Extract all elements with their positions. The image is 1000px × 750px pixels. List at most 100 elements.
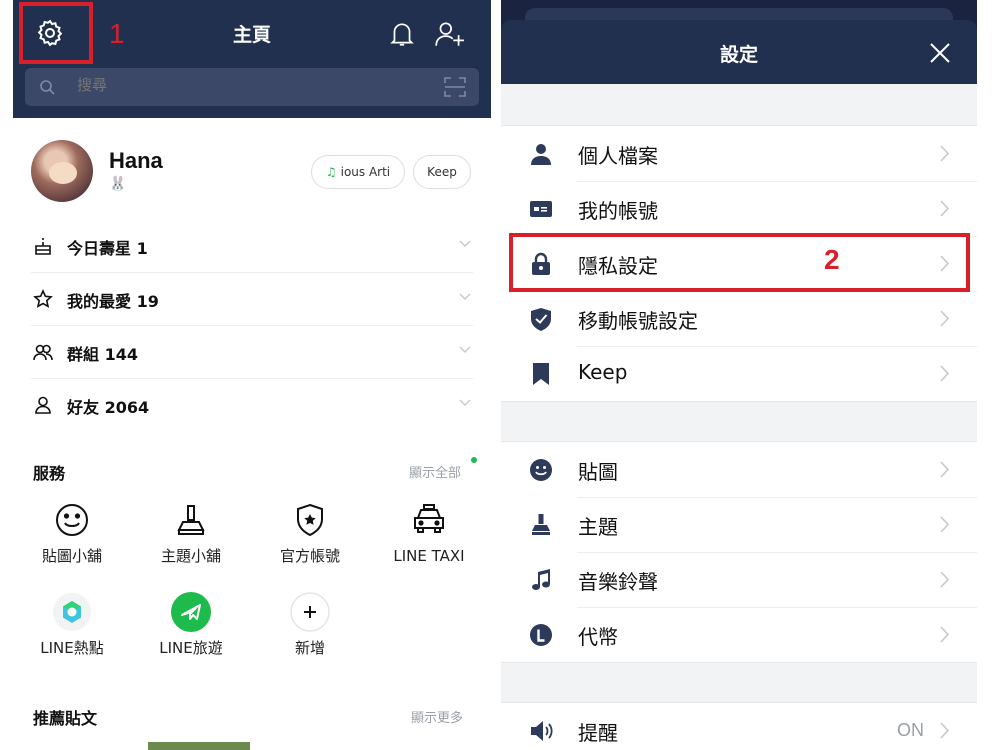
service-label: LINE TAXI — [393, 547, 465, 565]
service-label: LINE熱點 — [40, 639, 104, 657]
star-icon — [33, 289, 53, 308]
settings-item-profile[interactable]: 個人檔案 — [501, 126, 977, 181]
music-note-icon: ♫ — [325, 165, 337, 179]
brush-fill-icon — [532, 514, 550, 535]
recommended-show-more-link[interactable]: 顯示更多 — [411, 707, 463, 726]
chevron-right-icon — [940, 571, 950, 588]
settings-screen: 設定 個人檔案 我的帳號 隱私設定 移動帳號設定 Keep 貼圖 主題 音樂鈴聲… — [501, 0, 977, 750]
step-marker-2: 2 — [824, 244, 840, 275]
service-sticker-shop[interactable]: 貼圖小舖 — [22, 500, 122, 566]
chevron-down-icon — [459, 240, 471, 247]
settings-item-label: 代幣 — [578, 625, 618, 649]
settings-item-stickers[interactable]: 貼圖 — [501, 442, 977, 497]
chevron-right-icon — [940, 365, 950, 382]
profile-section[interactable]: Hana 🐰 ♫ ious Arti Keep — [13, 130, 491, 216]
profile-sticker: 🐰 — [109, 176, 127, 192]
settings-item-label: Keep — [578, 360, 628, 384]
group-icon — [33, 344, 53, 361]
chevron-right-icon — [940, 310, 950, 327]
group-label: 今日壽星 1 — [67, 239, 148, 258]
chevron-down-icon — [459, 293, 471, 300]
group-row-groups[interactable]: 群組 144 — [31, 326, 473, 379]
search-icon — [40, 80, 55, 95]
settings-item-notifications[interactable]: 提醒 ON — [501, 703, 977, 750]
coin-icon — [530, 624, 552, 646]
scan-icon[interactable] — [443, 76, 467, 98]
notifications-status: ON — [897, 720, 924, 740]
settings-item-keep[interactable]: Keep — [501, 346, 977, 401]
service-label: 貼圖小舖 — [41, 547, 102, 565]
settings-item-transfer-account[interactable]: 移動帳號設定 — [501, 291, 977, 346]
profile-keep-button[interactable]: Keep — [413, 155, 471, 189]
shield-star-icon — [297, 503, 323, 537]
service-label: 新增 — [294, 639, 325, 657]
smiley-icon — [56, 504, 88, 536]
id-card-icon — [530, 201, 552, 217]
settings-item-ringtones[interactable]: 音樂鈴聲 — [501, 552, 977, 607]
plane-icon — [171, 592, 211, 632]
speaker-icon — [531, 721, 553, 741]
recommended-posts-title: 推薦貼文 — [33, 709, 98, 728]
settings-item-coins[interactable]: 代幣 — [501, 607, 977, 662]
chevron-right-icon — [940, 722, 950, 739]
service-label: 官方帳號 — [279, 547, 340, 565]
post-thumbnail[interactable] — [148, 742, 250, 750]
add-friend-icon[interactable] — [433, 19, 465, 49]
chevron-down-icon — [459, 346, 471, 353]
group-label: 好友 2064 — [67, 398, 150, 417]
settings-item-label: 個人檔案 — [578, 144, 658, 168]
friend-icon — [35, 396, 51, 414]
settings-item-label: 移動帳號設定 — [578, 309, 698, 333]
chevron-down-icon — [459, 399, 471, 406]
group-label: 我的最愛 19 — [67, 292, 159, 311]
hotspot-icon — [53, 593, 91, 631]
settings-item-label: 主題 — [578, 515, 618, 539]
service-label: LINE旅遊 — [159, 639, 223, 657]
chevron-right-icon — [940, 200, 950, 217]
chevron-right-icon — [940, 516, 950, 533]
cake-icon — [35, 238, 51, 255]
settings-item-label: 我的帳號 — [578, 199, 658, 223]
service-line-travel[interactable]: LINE旅遊 — [141, 592, 241, 658]
settings-group-content: 貼圖 主題 音樂鈴聲 代幣 — [501, 441, 977, 663]
group-row-friends[interactable]: 好友 2064 — [31, 379, 473, 432]
home-header: 1 主頁 — [13, 0, 491, 118]
settings-item-my-account[interactable]: 我的帳號 — [501, 181, 977, 236]
settings-group-general: 提醒 ON — [501, 702, 977, 750]
highlight-box-privacy — [509, 233, 970, 292]
settings-item-label: 音樂鈴聲 — [578, 570, 658, 594]
service-theme-shop[interactable]: 主題小舖 — [141, 500, 241, 566]
service-add-button[interactable]: 新增 — [260, 592, 360, 658]
taxi-icon — [414, 504, 444, 533]
service-label: 主題小舖 — [160, 547, 221, 565]
new-badge-dot — [471, 457, 477, 463]
profile-name: Hana — [109, 148, 163, 173]
settings-item-themes[interactable]: 主題 — [501, 497, 977, 552]
settings-item-label: 貼圖 — [578, 460, 618, 484]
services-title: 服務 — [33, 464, 66, 483]
chevron-right-icon — [940, 145, 950, 162]
search-input[interactable] — [77, 77, 276, 94]
group-row-favorites[interactable]: 我的最愛 19 — [31, 273, 473, 326]
friend-group-list: 今日壽星 1 我的最愛 19 群組 144 好友 2064 — [13, 220, 491, 432]
settings-title: 設定 — [719, 44, 758, 66]
group-row-birthdays[interactable]: 今日壽星 1 — [31, 220, 473, 273]
group-label: 群組 144 — [67, 345, 138, 364]
service-line-hotspot[interactable]: LINE熱點 — [22, 592, 122, 658]
profile-music-button[interactable]: ♫ ious Arti — [311, 155, 405, 189]
close-icon[interactable] — [929, 42, 951, 64]
bell-icon[interactable] — [389, 20, 415, 48]
service-official-accounts[interactable]: 官方帳號 — [260, 500, 360, 566]
chevron-right-icon — [940, 626, 950, 643]
search-bar[interactable] — [25, 68, 479, 106]
music-note-icon — [532, 569, 550, 590]
plus-icon — [290, 592, 330, 632]
brush-icon — [177, 505, 205, 535]
chevron-right-icon — [940, 461, 950, 478]
bookmark-icon — [533, 363, 549, 385]
service-line-taxi[interactable]: LINE TAXI — [379, 500, 479, 566]
services-show-all-link[interactable]: 顯示全部 — [409, 462, 461, 481]
smiley-fill-icon — [530, 459, 552, 481]
settings-item-label: 提醒 — [578, 721, 618, 745]
avatar[interactable] — [31, 140, 93, 202]
